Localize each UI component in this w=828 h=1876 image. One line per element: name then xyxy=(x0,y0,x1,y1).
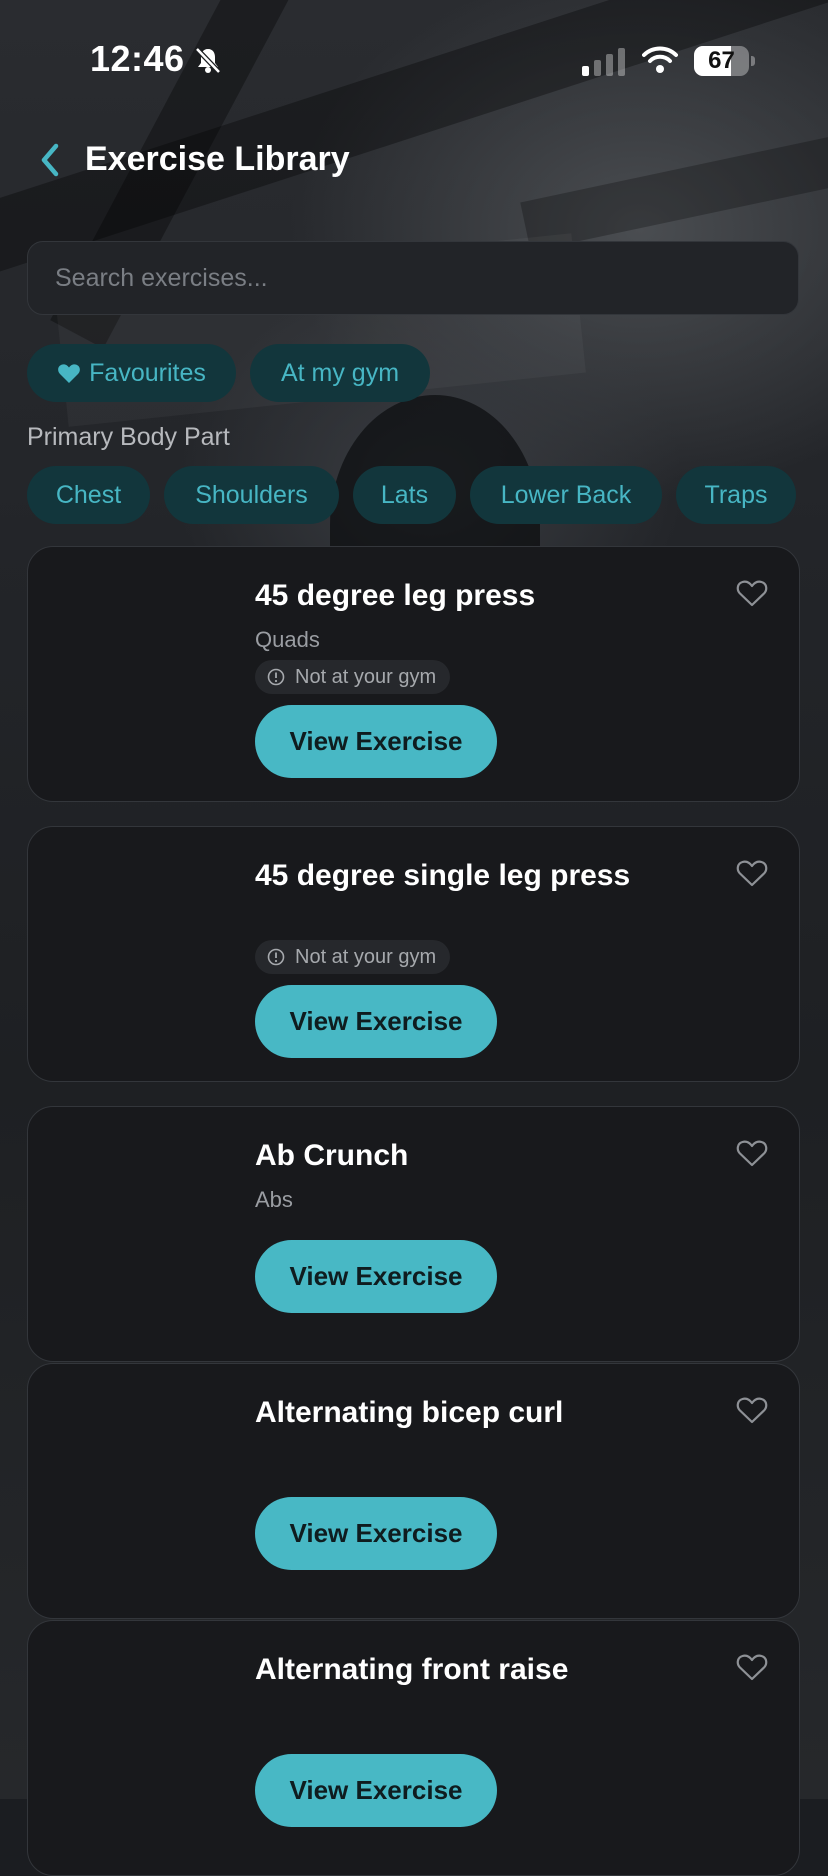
status-time: 12:46 xyxy=(90,38,185,79)
battery-icon: 67 xyxy=(694,46,755,76)
status-bar: 12:46 67 xyxy=(0,0,828,120)
primary-body-part-label: Primary Body Part xyxy=(27,423,230,451)
body-part-chip-label: Chest xyxy=(55,481,122,509)
exercise-muscle: Abs xyxy=(255,1187,293,1212)
view-exercise-button[interactable]: View Exercise xyxy=(255,1754,497,1827)
view-exercise-button[interactable]: View Exercise xyxy=(255,1497,497,1570)
heart-outline-icon[interactable] xyxy=(735,1138,769,1168)
not-at-gym-badge: Not at your gym xyxy=(255,940,451,974)
exercise-card: 45 degree leg press Quads Not at your gy… xyxy=(27,546,800,802)
body-part-chip-lats[interactable]: Lats xyxy=(353,466,456,524)
exercise-card: Ab Crunch Abs View Exercise xyxy=(27,1106,800,1362)
bell-muted-icon xyxy=(195,47,221,74)
filter-favourites-label: Favourites xyxy=(89,359,206,387)
heart-outline-icon[interactable] xyxy=(735,578,769,608)
body-part-chip-label: Lower Back xyxy=(500,481,632,509)
filter-at-my-gym-label: At my gym xyxy=(280,359,400,387)
body-part-chip-chest[interactable]: Chest xyxy=(27,466,150,524)
cellular-signal-icon xyxy=(582,48,625,76)
filter-at-my-gym-chip[interactable]: At my gym xyxy=(250,344,430,402)
heart-outline-icon[interactable] xyxy=(735,858,769,888)
exercise-card: Alternating front raise View Exercise xyxy=(27,1620,800,1876)
exercise-muscle: Quads xyxy=(255,627,320,652)
exercise-card: Alternating bicep curl View Exercise xyxy=(27,1363,800,1619)
view-exercise-button[interactable]: View Exercise xyxy=(255,1240,497,1313)
info-circle-icon xyxy=(267,668,285,686)
badge-label: Not at your gym xyxy=(295,946,437,968)
body-part-chip-label: Lats xyxy=(380,481,429,509)
body-part-chip-lower-back[interactable]: Lower Back xyxy=(470,466,662,524)
wifi-icon xyxy=(642,46,678,73)
exercise-name: Alternating front raise xyxy=(255,1653,569,1686)
exercise-name: 45 degree leg press xyxy=(255,579,536,612)
exercise-name: Alternating bicep curl xyxy=(255,1396,564,1429)
view-exercise-button[interactable]: View Exercise xyxy=(255,985,497,1058)
view-exercise-button[interactable]: View Exercise xyxy=(255,705,497,778)
exercise-name: 45 degree single leg press xyxy=(255,859,631,892)
heart-filled-icon xyxy=(58,364,80,383)
not-at-gym-badge: Not at your gym xyxy=(255,660,451,694)
back-chevron-icon[interactable] xyxy=(32,140,68,180)
badge-label: Not at your gym xyxy=(295,666,437,688)
exercise-card: 45 degree single leg press Not at your g… xyxy=(27,826,800,1082)
body-part-chip-traps[interactable]: Traps xyxy=(676,466,796,524)
body-part-chip-shoulders[interactable]: Shoulders xyxy=(164,466,339,524)
exercise-name: Ab Crunch xyxy=(255,1139,409,1172)
heart-outline-icon[interactable] xyxy=(735,1395,769,1425)
heart-outline-icon[interactable] xyxy=(735,1652,769,1682)
page-title: Exercise Library xyxy=(85,140,350,178)
info-circle-icon xyxy=(267,948,285,966)
search-input[interactable] xyxy=(27,241,799,315)
body-part-chip-label: Traps xyxy=(704,481,768,509)
body-part-chip-label: Shoulders xyxy=(195,481,308,509)
battery-percent: 67 xyxy=(708,47,735,74)
filter-favourites-chip[interactable]: Favourites xyxy=(27,344,236,402)
